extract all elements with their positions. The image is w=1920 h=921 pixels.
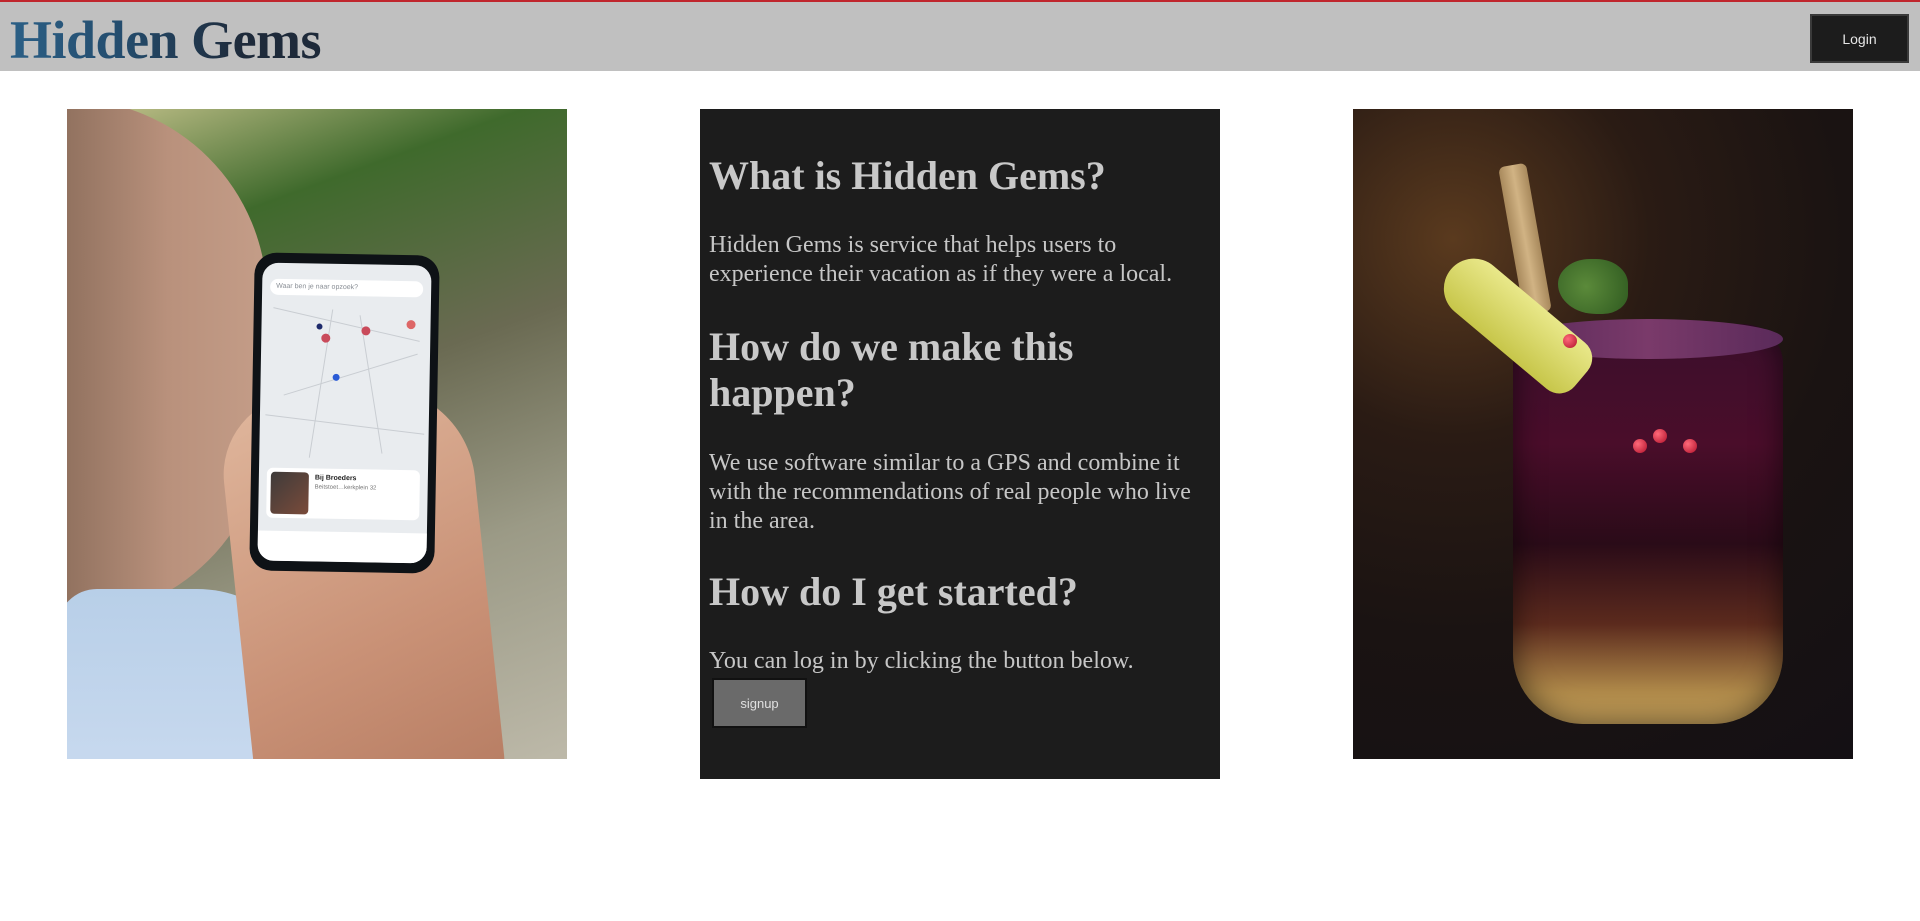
photo-berry xyxy=(1653,429,1667,443)
how-text: We use software similar to a GPS and com… xyxy=(709,450,1191,534)
signup-button[interactable]: signup xyxy=(712,678,807,728)
photo-phone-screen: Waar ben je naar opzoek? Bij Broeders Be… xyxy=(257,262,432,564)
what-text: Hidden Gems is service that helps users … xyxy=(709,232,1173,287)
info-panel: What is Hidden Gems? Hidden Gems is serv… xyxy=(700,109,1220,779)
site-header: Hidden Gems Login xyxy=(0,2,1920,71)
photo-phone: Waar ben je naar opzoek? Bij Broeders Be… xyxy=(249,252,440,574)
start-heading: How do I get started? xyxy=(709,569,1078,614)
map-pin xyxy=(406,320,416,330)
what-heading: What is Hidden Gems? xyxy=(709,153,1106,198)
map-street xyxy=(265,414,425,435)
place-card: Bij Broeders Beitstoet…kerkplein 32 xyxy=(266,467,421,521)
cocktail-photo xyxy=(1353,109,1853,759)
place-thumbnail xyxy=(270,471,309,515)
map-pin xyxy=(321,333,331,343)
place-address: Beitstoet…kerkplein 32 xyxy=(314,484,377,492)
start-text: You can log in by clicking the button be… xyxy=(709,648,1134,674)
photo-berry xyxy=(1633,439,1647,453)
map-street xyxy=(359,315,383,454)
phone-search-bar: Waar ben je naar opzoek? xyxy=(270,278,424,298)
map-street xyxy=(283,353,418,396)
map-pin xyxy=(316,323,323,330)
how-heading: How do we make this happen? xyxy=(709,324,1074,415)
photo-berry xyxy=(1563,334,1577,348)
photo-mint xyxy=(1558,259,1628,314)
map-street xyxy=(273,307,420,342)
login-button[interactable]: Login xyxy=(1810,14,1909,63)
phone-map-photo: Waar ben je naar opzoek? Bij Broeders Be… xyxy=(67,109,567,759)
place-name: Bij Broeders xyxy=(314,474,357,483)
location-dot-icon xyxy=(332,373,340,381)
map-street xyxy=(308,309,334,458)
site-title[interactable]: Hidden Gems xyxy=(10,10,322,70)
photo-berry xyxy=(1683,439,1697,453)
phone-tab-bar xyxy=(257,530,427,564)
map-pin xyxy=(361,326,371,336)
